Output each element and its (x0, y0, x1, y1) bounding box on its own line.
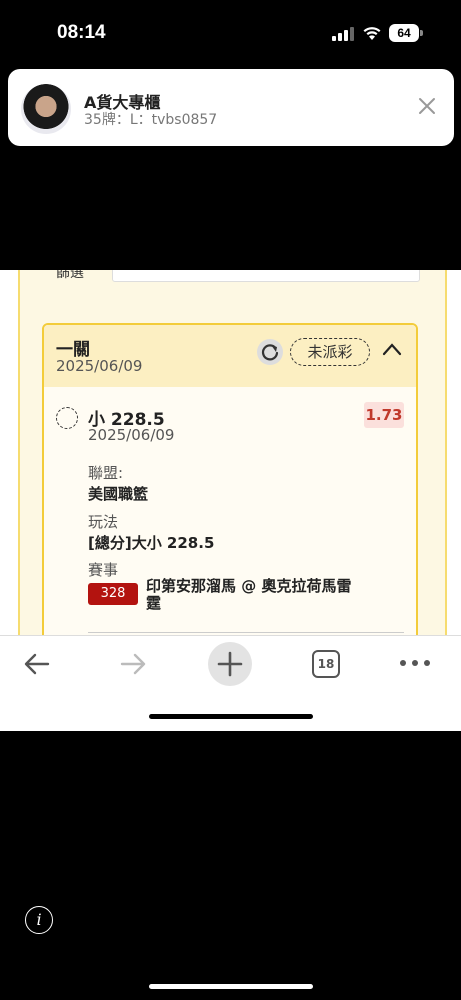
game-id-badge: 328 (88, 583, 138, 605)
close-icon[interactable] (418, 97, 436, 115)
avatar (21, 84, 71, 134)
game-label: 賽事 (88, 561, 119, 579)
battery-icon: 64 (389, 24, 423, 42)
divider (88, 632, 404, 633)
web-content: 篩選 一關 2025/06/09 未派彩 小 228.5 2025/06/09 … (0, 270, 461, 635)
odds-badge: 1.73 (364, 402, 404, 428)
battery-level: 64 (389, 24, 419, 42)
notification-subtitle: 35牌：L：tvbs0857 (84, 112, 218, 128)
cellular-signal-icon (332, 27, 354, 41)
game-name: 印第安那溜馬 @ 奧克拉荷馬雷霆 (146, 577, 352, 612)
bet-card: 一關 2025/06/09 未派彩 小 228.5 2025/06/09 1.7… (42, 323, 418, 635)
filter-label: 篩選 (56, 270, 84, 281)
more-icon[interactable] (399, 656, 431, 670)
new-tab-button[interactable] (208, 642, 252, 686)
refresh-button[interactable] (257, 339, 283, 365)
home-indicator-bottom (149, 984, 313, 989)
bet-type-value: [總分]大小 228.5 (88, 534, 215, 552)
selection-date: 2025/06/09 (88, 426, 175, 444)
status-badge: 未派彩 (290, 338, 370, 366)
bet-selection: 小 228.5 2025/06/09 1.73 聯盟: 美國職籃 玩法 [總分]… (44, 387, 416, 635)
refresh-icon (261, 344, 279, 361)
bet-type-label: 玩法 (88, 513, 119, 531)
tab-switcher-button[interactable]: 18 (312, 650, 340, 678)
wifi-icon (363, 27, 381, 40)
bet-card-header[interactable]: 一關 2025/06/09 未派彩 (44, 325, 416, 387)
league-value: 美國職籃 (88, 485, 149, 503)
notification-banner[interactable]: A貨大專櫃 35牌：L：tvbs0857 (8, 69, 454, 146)
league-label: 聯盟: (88, 464, 124, 482)
home-indicator (149, 714, 313, 719)
back-arrow-icon[interactable] (23, 650, 51, 678)
filter-input[interactable] (112, 270, 420, 282)
selection-radio[interactable] (56, 407, 78, 429)
status-time: 08:14 (57, 22, 106, 43)
info-icon[interactable]: i (25, 906, 53, 934)
forward-arrow-icon[interactable] (119, 650, 147, 678)
bet-card-date: 2025/06/09 (56, 357, 143, 375)
plus-icon (217, 651, 243, 677)
chevron-up-icon[interactable] (381, 341, 403, 357)
